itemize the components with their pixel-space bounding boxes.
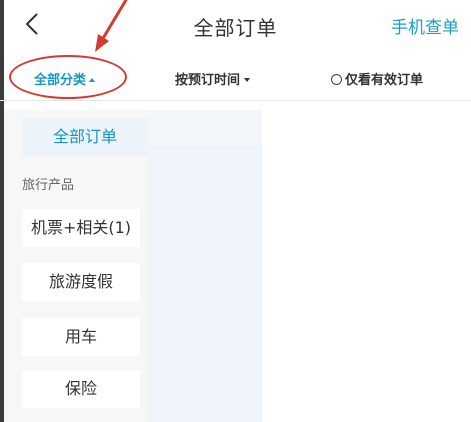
- valid-only-label: 仅看有效订单: [345, 73, 424, 88]
- category-item-insurance[interactable]: 保险: [22, 370, 140, 408]
- radio-icon[interactable]: [331, 74, 342, 85]
- category-filter-button[interactable]: 全部分类: [34, 69, 96, 88]
- group-label-travel: 旅行产品: [22, 178, 75, 193]
- phone-lookup-link[interactable]: 手机查单: [391, 13, 459, 38]
- category-item-flight[interactable]: 机票+相关(1): [22, 209, 140, 247]
- caret-up-icon: [89, 78, 96, 82]
- sort-filter-label: 按预订时间: [175, 73, 241, 88]
- header-bar: 全部订单 手机查单: [0, 0, 471, 50]
- filter-bar: 全部分类 按预订时间 仅看有效订单: [0, 56, 471, 101]
- subcategory-area: [148, 145, 262, 422]
- sort-filter-button[interactable]: 按预订时间: [175, 69, 251, 88]
- screen: 全部订单 手机查单 全部分类 按预订时间 仅看有效订单 全部订单 旅行产品 机票…: [0, 0, 471, 422]
- category-item-car[interactable]: 用车: [22, 318, 140, 356]
- caret-down-icon: [244, 78, 251, 82]
- category-all-orders[interactable]: 全部订单: [22, 118, 148, 156]
- valid-only-toggle[interactable]: 仅看有效订单: [331, 69, 423, 88]
- category-item-vacation[interactable]: 旅游度假: [22, 263, 140, 301]
- category-filter-label: 全部分类: [34, 73, 87, 88]
